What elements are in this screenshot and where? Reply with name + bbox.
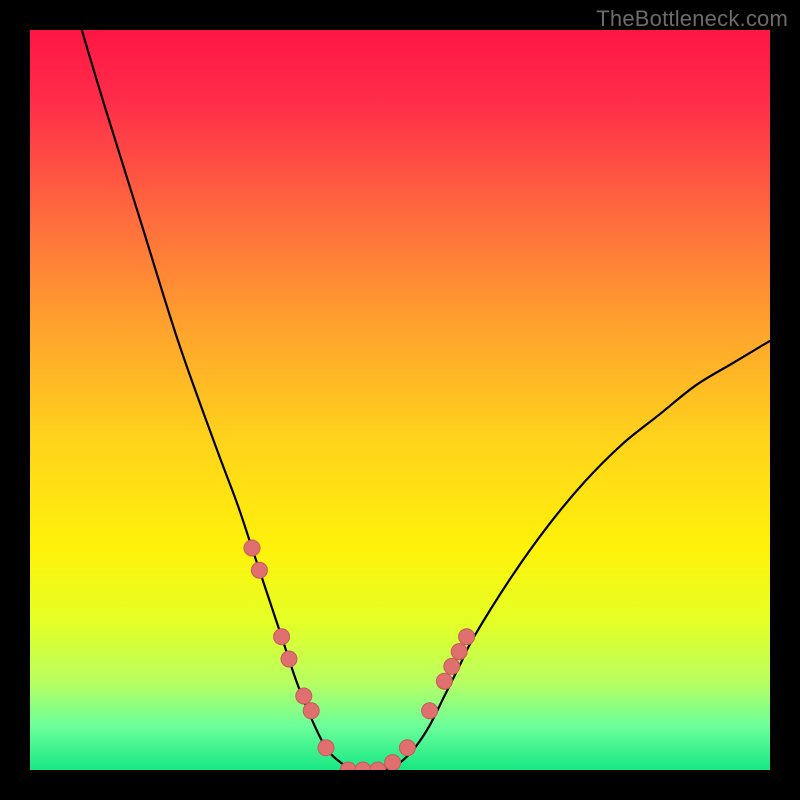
- marker-point: [436, 673, 452, 689]
- marker-point: [385, 755, 401, 770]
- marker-point: [303, 703, 319, 719]
- marker-point: [422, 703, 438, 719]
- watermark-text: TheBottleneck.com: [596, 6, 788, 32]
- gradient-background: [30, 30, 770, 770]
- marker-point: [244, 540, 260, 556]
- marker-point: [281, 651, 297, 667]
- bottleneck-chart: [30, 30, 770, 770]
- marker-point: [296, 688, 312, 704]
- marker-point: [251, 562, 267, 578]
- marker-point: [444, 658, 460, 674]
- marker-point: [318, 740, 334, 756]
- marker-point: [459, 629, 475, 645]
- chart-frame: [30, 30, 770, 770]
- marker-point: [399, 740, 415, 756]
- marker-point: [274, 629, 290, 645]
- marker-point: [451, 644, 467, 660]
